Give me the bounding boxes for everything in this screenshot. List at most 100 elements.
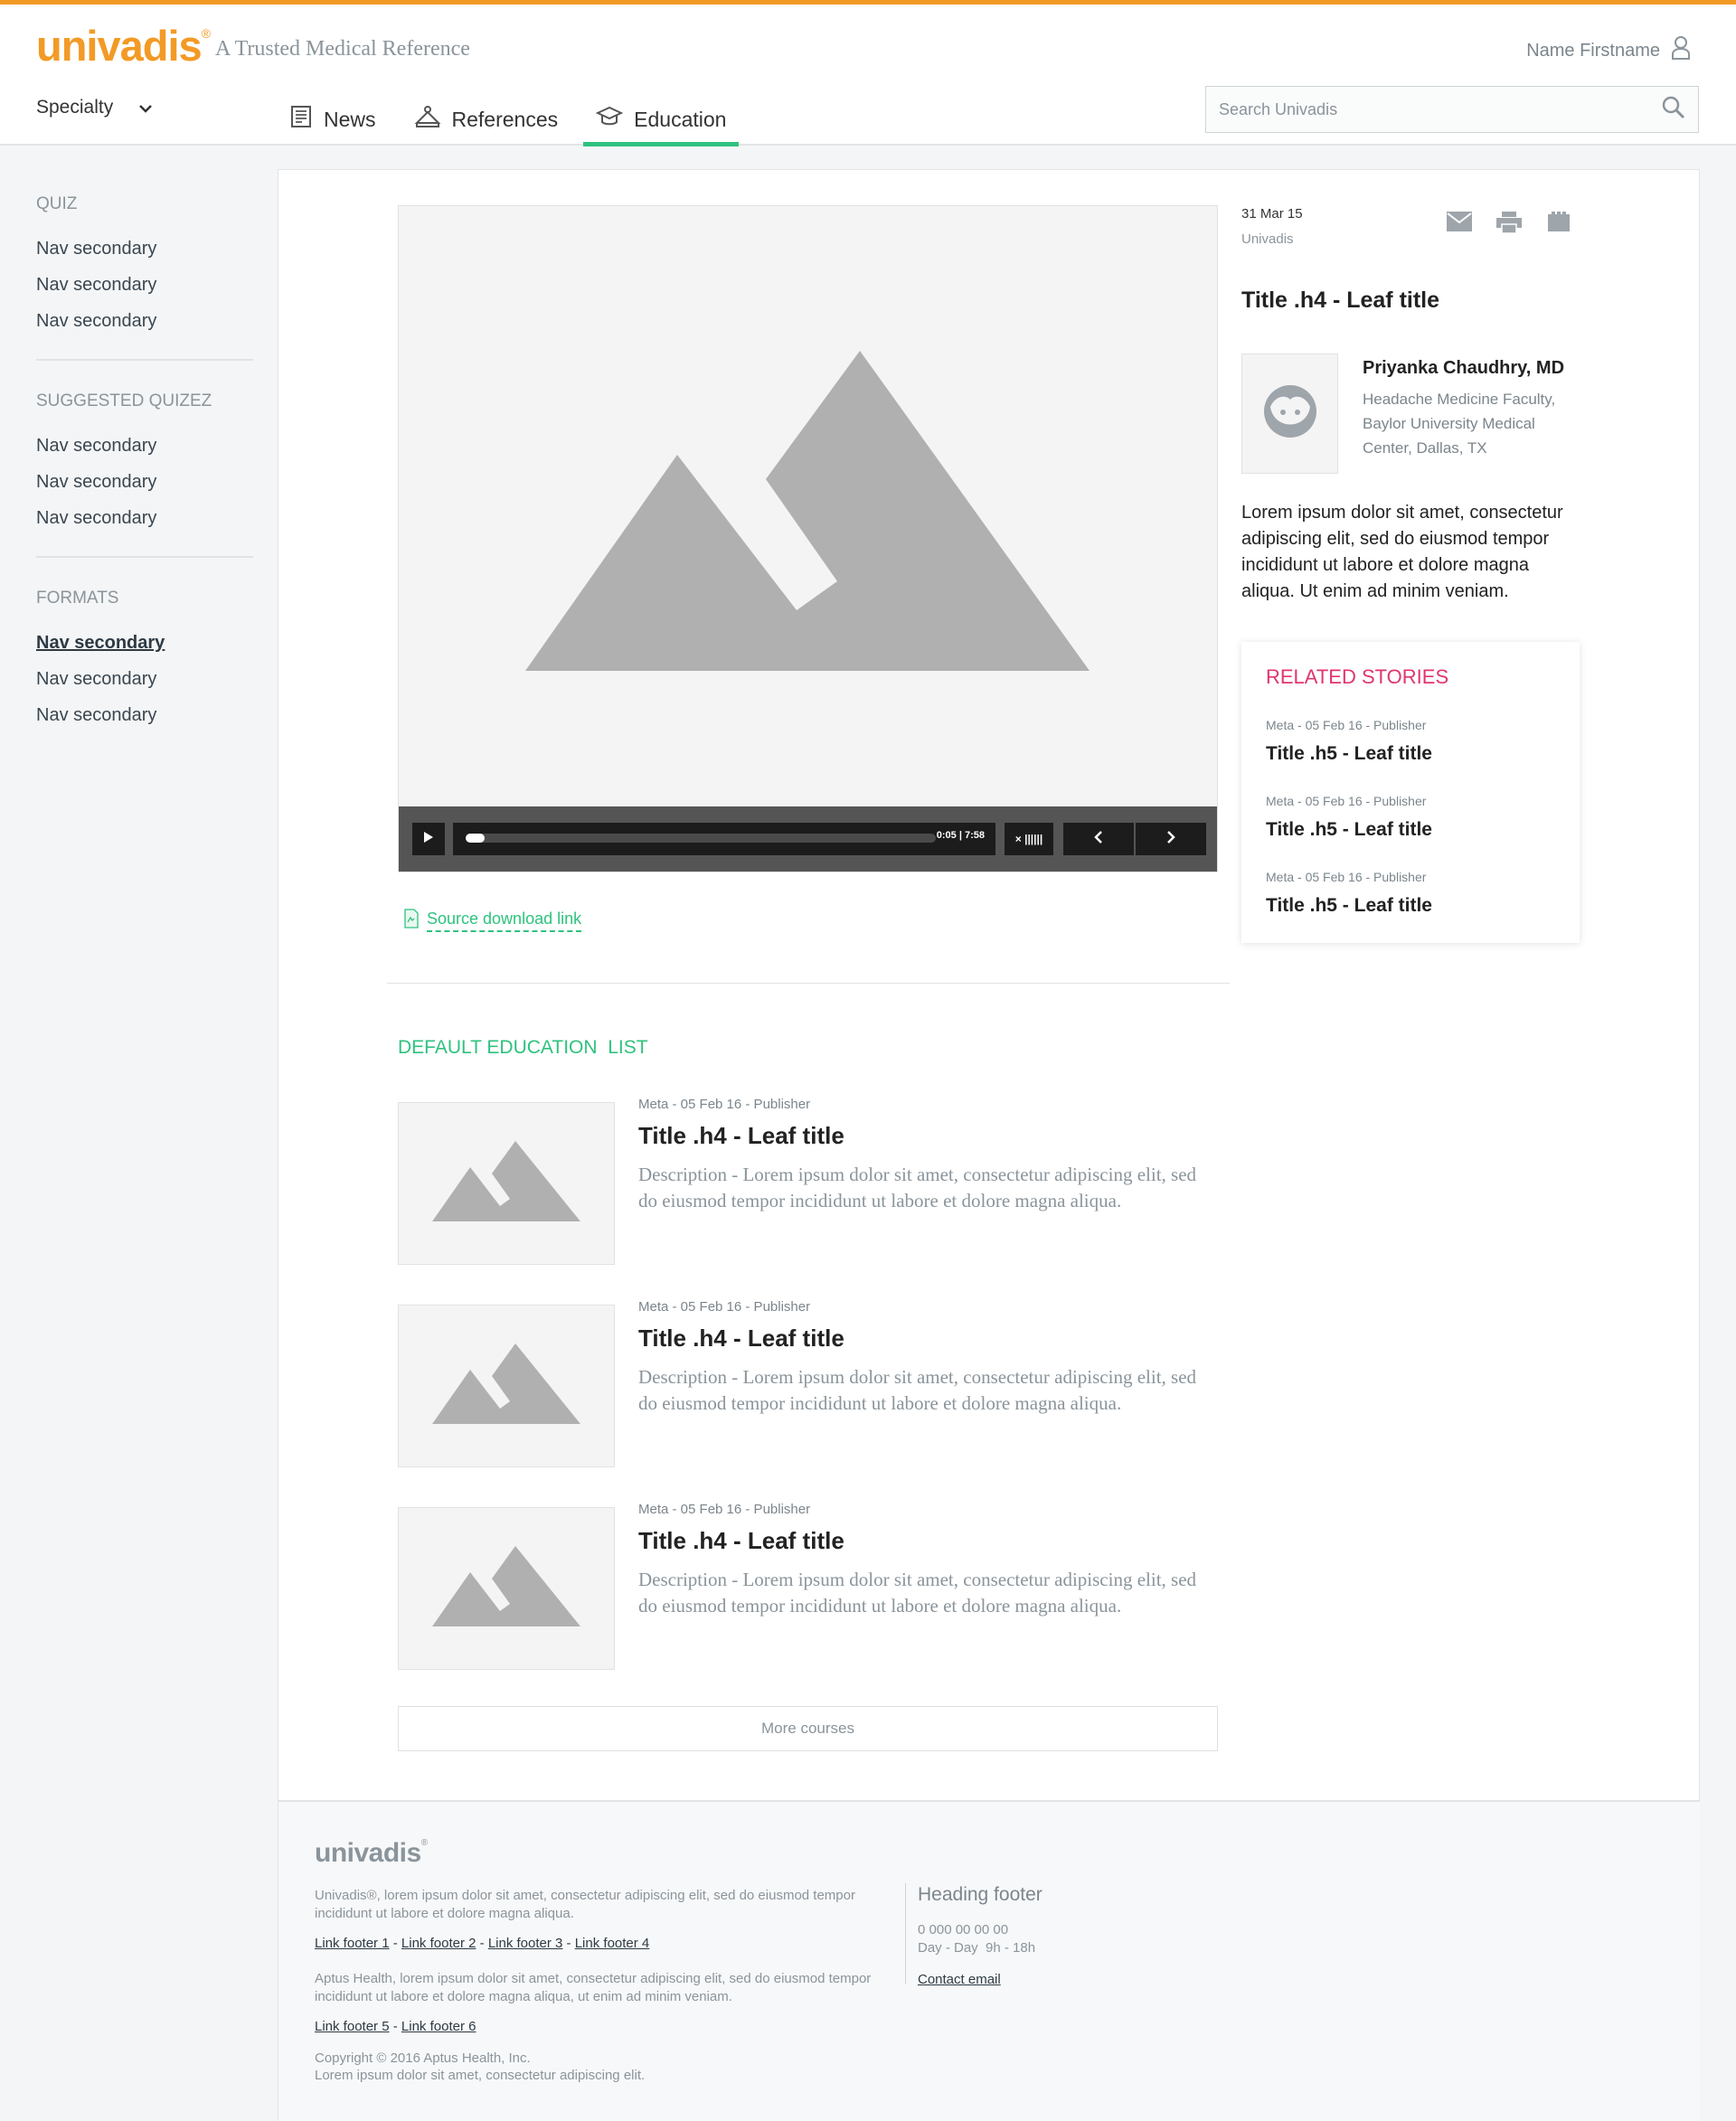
footer-link[interactable]: Link footer 4 [575,1936,650,1951]
video-player[interactable]: 0:05 | 7:58 × |||||| [398,205,1218,872]
nav-references[interactable]: References [414,93,559,146]
tagline: A Trusted Medical Reference [215,37,470,61]
search-input[interactable] [1219,99,1635,119]
sidebar-item-current[interactable]: Nav secondary [36,625,253,661]
sidebar-item[interactable]: Nav secondary [36,267,253,303]
sidebar-item[interactable]: Nav secondary [36,500,253,536]
contact-email-link[interactable]: Contact email [918,1972,1001,1987]
more-courses-button[interactable]: More courses [398,1706,1218,1751]
related-heading: RELATED STORIES [1266,665,1449,688]
footer-heading: Heading footer [918,1884,1043,1905]
sidebar-divider [36,556,253,558]
author-affiliation: Headache Medicine Faculty, Baylor Univer… [1363,391,1556,457]
related-title: Title .h5 - Leaf title [1266,743,1432,764]
image-placeholder-icon [432,1140,580,1227]
prev-button[interactable] [1063,823,1134,855]
sidebar-item[interactable]: Nav secondary [36,303,253,339]
list-item-description: Description - Lorem ipsum dolor sit amet… [638,1164,1197,1211]
play-button[interactable] [412,823,445,855]
footer-links: Link footer 1 - Link footer 2 - Link foo… [315,1936,650,1951]
print-icon[interactable] [1496,212,1522,238]
nav-news[interactable]: News [289,93,376,146]
nav-education-label: Education [634,107,727,131]
video-time: 0:05 | 7:58 [936,830,985,841]
author-name[interactable]: Priyanka Chaudhry, MD [1363,358,1564,379]
play-icon [423,831,434,848]
related-meta: Meta - 05 Feb 16 - Publisher [1266,794,1427,808]
sidebar-section-quiz: QUIZ Nav secondary Nav secondary Nav sec… [36,194,253,339]
list-item-description: Description - Lorem ipsum dolor sit amet… [638,1569,1197,1617]
email-icon[interactable] [1447,212,1472,236]
footer-link[interactable]: Link footer 3 [488,1936,563,1951]
footer-divider [905,1883,906,1984]
pdf-file-icon [403,909,420,933]
sidebar-section-formats: FORMATS Nav secondary Nav secondary Nav … [36,589,253,733]
thumbnail [398,1102,615,1265]
search-icon[interactable] [1662,96,1685,124]
source-download-link[interactable]: Source download link [403,909,582,933]
quality-toggle[interactable]: × |||||| [1005,823,1053,855]
sidebar-heading: QUIZ [36,194,78,213]
sidebar-divider [36,359,253,361]
list-item-title: Title .h4 - Leaf title [638,1324,844,1352]
footer-copyright-text: Lorem ipsum dolor sit amet, consectetur … [315,2068,646,2083]
sidebar-item[interactable]: Nav secondary [36,661,253,697]
sidebar-item[interactable]: Nav secondary [36,464,253,500]
footer-text: Univadis®, lorem ipsum dolor sit amet, c… [315,1888,855,1921]
related-title: Title .h5 - Leaf title [1266,819,1432,840]
source-download-label: Source download link [427,910,582,932]
graduation-cap-icon [595,105,624,134]
thumbnail [398,1305,615,1467]
sidebar-item[interactable]: Nav secondary [36,697,253,733]
chevron-left-icon [1094,830,1103,849]
footer-link[interactable]: Link footer 5 [315,2019,390,2034]
related-item[interactable]: Meta - 05 Feb 16 - Publisher Title .h5 -… [1266,794,1432,841]
footer-link[interactable]: Link footer 1 [315,1936,390,1951]
sidebar-heading: SUGGESTED QUIZEZ [36,391,212,410]
progress-bar[interactable]: 0:05 | 7:58 [453,823,995,855]
related-item[interactable]: Meta - 05 Feb 16 - Publisher Title .h5 -… [1266,870,1432,917]
nav-news-label: News [324,107,376,131]
user-menu[interactable]: Name Firstname [1526,35,1691,66]
list-item[interactable]: Meta - 05 Feb 16 - Publisher Title .h4 -… [398,1097,1221,1265]
article-title: Title .h4 - Leaf title [1241,288,1440,313]
related-stories: RELATED STORIES Meta - 05 Feb 16 - Publi… [1241,642,1580,943]
nav-education[interactable]: Education [583,93,740,146]
newspaper-icon [289,105,313,134]
list-item-description: Description - Lorem ipsum dolor sit amet… [638,1366,1197,1414]
footer-logo[interactable]: univadis® [315,1838,428,1869]
footer-text: Aptus Health, lorem ipsum dolor sit amet… [315,1971,872,2004]
user-name: Name Firstname [1526,40,1660,61]
avatar [1241,354,1338,474]
next-button[interactable] [1136,823,1206,855]
sidebar-item[interactable]: Nav secondary [36,428,253,464]
related-title: Title .h5 - Leaf title [1266,895,1432,916]
image-placeholder-icon [432,1545,580,1632]
specialty-label: Specialty [36,97,114,118]
list-item[interactable]: Meta - 05 Feb 16 - Publisher Title .h4 -… [398,1299,1221,1467]
sidebar-item[interactable]: Nav secondary [36,231,253,267]
article-lede: Lorem ipsum dolor sit amet, consectetur … [1241,503,1563,601]
list-item[interactable]: Meta - 05 Feb 16 - Publisher Title .h4 -… [398,1502,1221,1670]
site-header: univadis® A Trusted Medical Reference Na… [0,5,1736,146]
specialty-dropdown[interactable]: Specialty [36,97,153,118]
footer-phone: 0 000 00 00 00 Day - Day 9h - 18h [918,1922,1036,1956]
related-meta: Meta - 05 Feb 16 - Publisher [1266,718,1427,732]
list-item-meta: Meta - 05 Feb 16 - Publisher [638,1097,811,1112]
bookmark-icon[interactable] [1548,212,1570,236]
chevron-right-icon [1166,830,1175,849]
main-nav: News References Education [289,93,777,146]
article-date: 31 Mar 15 [1241,206,1303,222]
book-icon [414,105,441,134]
face-icon [1262,383,1318,444]
related-item[interactable]: Meta - 05 Feb 16 - Publisher Title .h5 -… [1266,718,1432,765]
nav-references-label: References [451,107,559,131]
footer-link[interactable]: Link footer 2 [401,1936,476,1951]
footer-link[interactable]: Link footer 6 [401,2019,476,2034]
content-divider [387,983,1230,984]
sidebar-heading: FORMATS [36,589,119,608]
progress-track [466,834,936,843]
univadis-logo[interactable]: univadis® [36,21,211,71]
video-controls: 0:05 | 7:58 × |||||| [399,806,1217,872]
chevron-down-icon [138,97,153,118]
